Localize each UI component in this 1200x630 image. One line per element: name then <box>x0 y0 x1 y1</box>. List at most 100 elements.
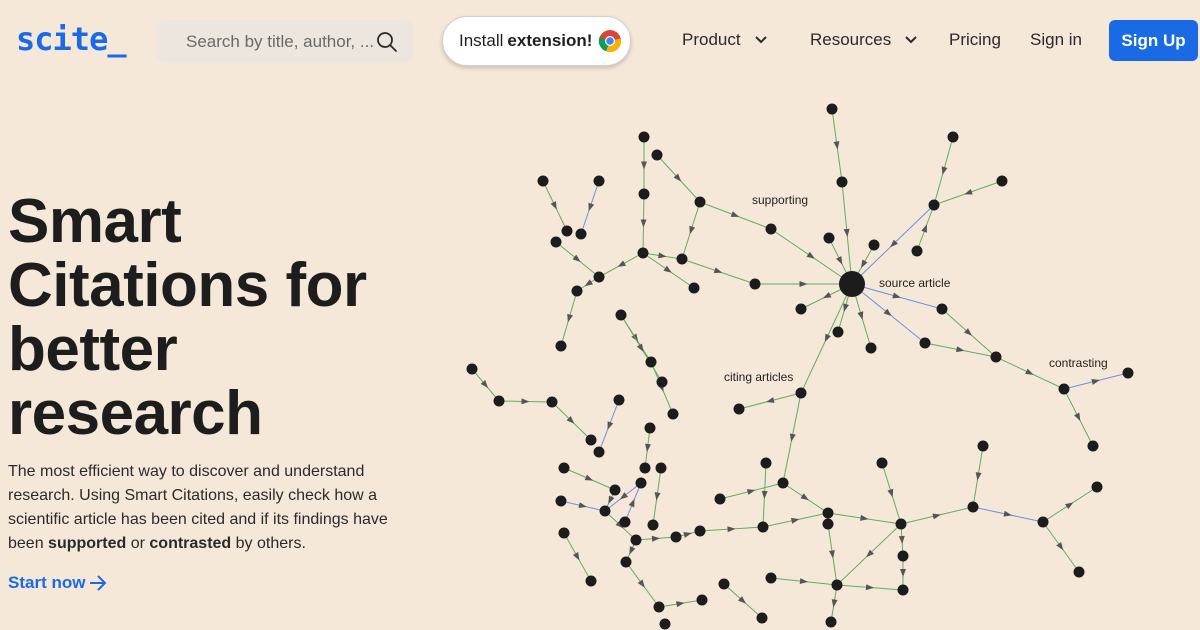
article-node <box>823 232 835 244</box>
edge-arrow <box>861 259 868 268</box>
label-supporting: supporting <box>752 193 808 207</box>
nav-sign-in[interactable]: Sign in <box>1030 30 1082 50</box>
edge-arrow <box>689 225 696 235</box>
edge-arrow <box>857 311 864 320</box>
article-node <box>1091 481 1103 493</box>
graph-edges <box>471 108 1129 623</box>
article-node <box>777 477 789 489</box>
start-now-link[interactable]: Start now <box>8 573 107 593</box>
article-node <box>865 342 877 354</box>
chevron-down-icon <box>754 36 767 44</box>
edge-arrow <box>663 265 672 273</box>
article-node <box>749 278 761 290</box>
edge-arrow <box>932 513 941 520</box>
article-node <box>919 337 931 349</box>
edge-arrow <box>746 489 756 495</box>
article-node <box>585 575 597 587</box>
edge-arrow <box>865 584 874 591</box>
scite-logo[interactable]: scite_ <box>16 20 127 58</box>
sign-up-button[interactable]: Sign Up <box>1109 20 1198 61</box>
article-node <box>585 434 597 446</box>
nav-resources[interactable]: Resources <box>810 30 917 50</box>
article-node <box>733 403 745 415</box>
edge-arrow <box>607 421 614 430</box>
search-input[interactable] <box>186 20 376 63</box>
hero-title-line: better <box>8 315 178 384</box>
article-node <box>897 584 909 596</box>
article-node <box>644 422 656 434</box>
start-now-label: Start now <box>8 573 86 592</box>
edge-arrow <box>713 267 723 274</box>
article-node <box>555 495 567 507</box>
article-node <box>795 303 807 315</box>
edge-arrow <box>822 292 832 299</box>
extension-prefix: Install <box>459 31 504 50</box>
article-node <box>575 228 587 240</box>
edge-arrow <box>1065 502 1074 510</box>
article-node <box>897 550 909 562</box>
edge-arrow <box>1074 412 1081 422</box>
article-node <box>630 534 642 546</box>
search-icon[interactable] <box>376 31 398 53</box>
edge-arrow <box>640 219 647 228</box>
search-bar[interactable] <box>156 20 414 63</box>
desc-text: by others. <box>231 535 306 552</box>
article-node <box>825 616 837 628</box>
edge-arrow <box>572 552 580 561</box>
edge-arrow <box>608 495 615 505</box>
edge-arrow <box>578 502 587 509</box>
edge-arrow <box>921 224 927 233</box>
edge-arrow <box>887 488 894 498</box>
article-node <box>599 505 611 517</box>
article-node <box>947 131 959 143</box>
article-node <box>694 196 706 208</box>
article-node <box>655 462 667 474</box>
nav-pricing[interactable]: Pricing <box>949 30 1001 50</box>
nav-sign-in-label: Sign in <box>1030 30 1082 49</box>
article-node <box>653 601 665 613</box>
edge-arrow <box>766 397 775 403</box>
article-node <box>593 175 605 187</box>
article-node <box>714 493 726 505</box>
edge-arrow <box>637 579 645 588</box>
article-node <box>876 457 888 469</box>
label-contrasting: contrasting <box>1049 356 1108 370</box>
desc-contrasted: contrasted <box>149 535 232 552</box>
desc-text: or <box>126 535 150 552</box>
article-node <box>639 462 651 474</box>
article-node <box>928 199 940 211</box>
article-node <box>558 462 570 474</box>
edge-arrow <box>843 228 850 237</box>
article-node <box>493 395 505 407</box>
article-node <box>765 223 777 235</box>
edge-arrow <box>584 279 593 287</box>
article-node <box>645 356 657 368</box>
edge-arrow <box>1091 379 1100 385</box>
article-node <box>826 103 838 115</box>
edge-arrow <box>836 256 843 265</box>
article-node <box>555 340 567 352</box>
hero-title-line: Smart <box>8 187 182 256</box>
article-node <box>911 245 923 257</box>
edge-arrow <box>900 569 906 577</box>
nav-resources-label: Resources <box>810 30 892 49</box>
edge-arrow <box>799 578 808 585</box>
article-node <box>656 376 668 388</box>
article-node <box>667 408 679 420</box>
article-node <box>990 351 1002 363</box>
install-extension-button[interactable]: Install extension! <box>442 16 631 66</box>
nav-product[interactable]: Product <box>682 30 767 50</box>
edge-arrow <box>629 546 636 555</box>
article-node <box>1122 367 1134 379</box>
desc-supported: supported <box>48 535 127 552</box>
article-node <box>613 394 625 406</box>
article-node <box>895 518 907 530</box>
edge-arrow <box>567 313 573 323</box>
article-node <box>615 309 627 321</box>
edge-arrow <box>898 535 905 544</box>
article-node <box>561 225 573 237</box>
edge-arrow <box>806 251 815 259</box>
article-node <box>967 501 979 513</box>
article-node <box>765 572 777 584</box>
edge-arrow <box>1025 368 1034 375</box>
